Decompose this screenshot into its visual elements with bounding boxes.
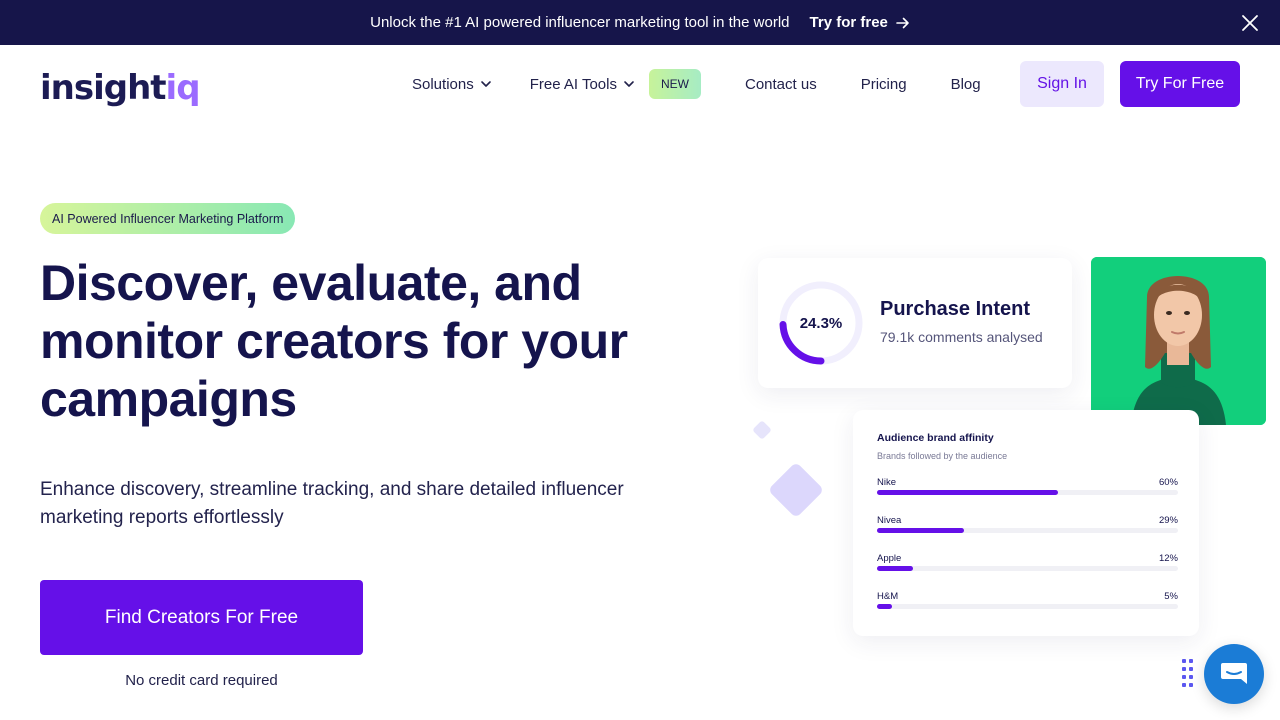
creator-photo <box>1091 257 1266 425</box>
headline-line-2: monitor creators for your <box>40 313 628 369</box>
dots-handle-icon[interactable] <box>1182 659 1194 689</box>
main-nav: Solutions Free AI Tools NEW Contact us P… <box>412 61 981 107</box>
chevron-down-icon <box>624 81 634 87</box>
affinity-brand-name: H&M <box>877 591 899 602</box>
affinity-title: Audience brand affinity <box>877 432 994 444</box>
decorative-diamond-small <box>752 420 772 440</box>
affinity-bar-track <box>877 490 1178 495</box>
chevron-down-icon <box>480 81 491 87</box>
chat-bubble-icon <box>1221 663 1247 684</box>
affinity-row: Apple 12% <box>877 553 1178 579</box>
affinity-bar-fill <box>877 604 893 609</box>
affinity-row: H&M 5% <box>877 591 1178 617</box>
nav-item-contact[interactable]: Contact us <box>745 76 817 93</box>
headline-line-3: campaigns <box>40 371 297 427</box>
decorative-diamond-large <box>767 461 825 519</box>
affinity-brand-percent: 5% <box>1164 591 1178 602</box>
purchase-intent-subtitle: 79.1k comments analysed <box>880 329 1043 345</box>
purchase-intent-card: 24.3% Purchase Intent 79.1k comments ana… <box>758 258 1072 388</box>
nav-item-pricing[interactable]: Pricing <box>861 76 907 93</box>
nav-label-pricing: Pricing <box>860 75 907 93</box>
purchase-intent-percent: 24.3% <box>799 314 843 332</box>
affinity-brand-name: Apple <box>877 553 902 564</box>
insightiq-logo[interactable]: insight iq <box>40 62 201 108</box>
brand-affinity-card: Audience brand affinity Brands followed … <box>853 410 1199 636</box>
promo-banner: Unlock the #1 AI powered influencer mark… <box>0 0 1280 45</box>
nav-item-free-ai-tools[interactable]: Free AI Tools <box>530 76 635 93</box>
logo-suffix-text: iq <box>165 68 201 108</box>
banner-text: Unlock the #1 AI powered influencer mark… <box>370 14 790 31</box>
new-badge: NEW <box>649 69 701 99</box>
no-credit-card-note: No credit card required <box>125 672 278 689</box>
affinity-bar-fill <box>877 528 965 533</box>
logo-main-text: insight <box>40 68 167 108</box>
affinity-brand-percent: 29% <box>1158 515 1178 526</box>
affinity-bar-fill <box>877 490 1058 495</box>
try-for-free-button[interactable]: Try For Free <box>1120 61 1240 107</box>
affinity-subtitle: Brands followed by the audience <box>877 451 1008 461</box>
affinity-row: Nivea 29% <box>877 515 1178 541</box>
nav-item-blog[interactable]: Blog <box>951 76 981 93</box>
hero-subtext: Enhance discovery, streamline tracking, … <box>40 479 624 528</box>
find-creators-button[interactable]: Find Creators For Free <box>40 580 363 655</box>
headline-line-1: Discover, evaluate, and <box>40 255 582 311</box>
banner-cta-link[interactable]: Try for free <box>810 14 910 31</box>
nav-label-contact: Contact us <box>745 75 817 93</box>
arrow-right-icon <box>896 17 909 28</box>
creator-portrait-illustration <box>1091 257 1266 425</box>
sign-in-button[interactable]: Sign In <box>1020 61 1104 107</box>
nav-item-solutions[interactable]: Solutions <box>412 76 492 93</box>
affinity-brand-name: Nike <box>877 477 897 488</box>
affinity-row: Nike 60% <box>877 477 1178 503</box>
affinity-bar-track <box>877 604 1178 609</box>
chat-widget-button[interactable] <box>1204 644 1264 704</box>
close-icon[interactable] <box>1240 13 1260 33</box>
hero-tagline-pill: AI Powered Influencer Marketing Platform <box>40 203 296 234</box>
affinity-brand-percent: 12% <box>1158 553 1178 564</box>
affinity-bar-track <box>877 528 1178 533</box>
nav-label-blog: Blog <box>950 75 981 93</box>
banner-cta-label: Try for free <box>809 14 888 31</box>
nav-label-solutions: Solutions <box>412 75 474 93</box>
nav-label-free-ai-tools: Free AI Tools <box>529 75 617 93</box>
hero-headline: Discover, evaluate, and monitor creators… <box>40 254 720 428</box>
purchase-intent-title: Purchase Intent <box>880 298 1031 320</box>
affinity-brand-percent: 60% <box>1158 477 1178 488</box>
affinity-brand-name: Nivea <box>877 515 902 526</box>
affinity-bar-track <box>877 566 1178 571</box>
affinity-bar-fill <box>877 566 914 571</box>
